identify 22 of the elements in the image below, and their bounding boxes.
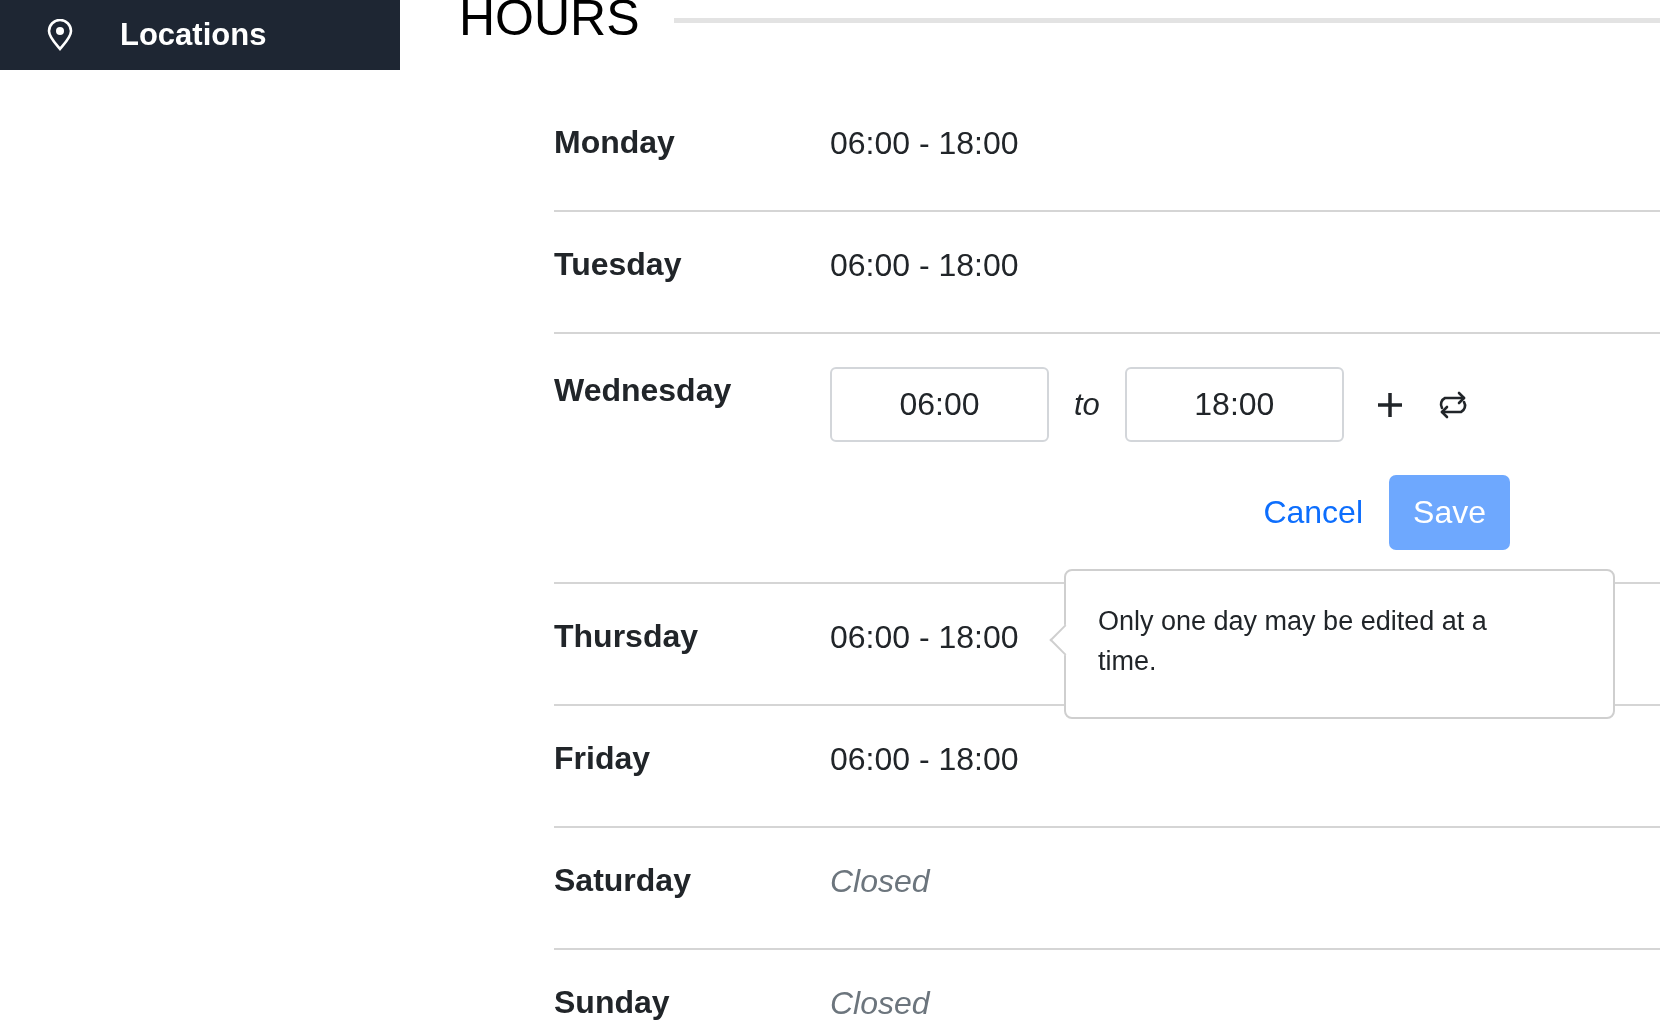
hours-text: 06:00 - 18:00 xyxy=(830,246,1019,285)
hours-text: 06:00 - 18:00 xyxy=(830,124,1019,163)
day-label: Sunday xyxy=(554,985,671,1022)
separator-text: to xyxy=(1074,386,1100,423)
day-label: Monday xyxy=(554,125,676,162)
section-title: HOURS xyxy=(459,0,640,48)
sidebar-item[interactable]: Locations xyxy=(0,0,400,70)
day-label: Friday xyxy=(554,741,652,778)
hours-text: 06:00 - 18:00 xyxy=(830,618,1019,657)
hours-text: 06:00 - 18:00 xyxy=(830,740,1019,779)
tooltip-text: Only one day may be edited at a time. xyxy=(1098,605,1488,678)
day-label: Tuesday xyxy=(554,247,683,284)
closed-text: Closed xyxy=(830,862,930,901)
map-pin-icon xyxy=(46,19,74,51)
closed-text: Closed xyxy=(830,984,930,1022)
end-time-field[interactable]: 18:00 xyxy=(1124,367,1344,442)
day-label: Thursday xyxy=(554,619,700,656)
day-label: Saturday xyxy=(554,863,692,900)
day-label: Wednesday xyxy=(554,371,733,410)
cancel-link[interactable]: Cancel xyxy=(1263,494,1363,531)
plus-icon[interactable] xyxy=(1376,391,1403,418)
start-time-field[interactable]: 06:00 xyxy=(830,367,1049,442)
